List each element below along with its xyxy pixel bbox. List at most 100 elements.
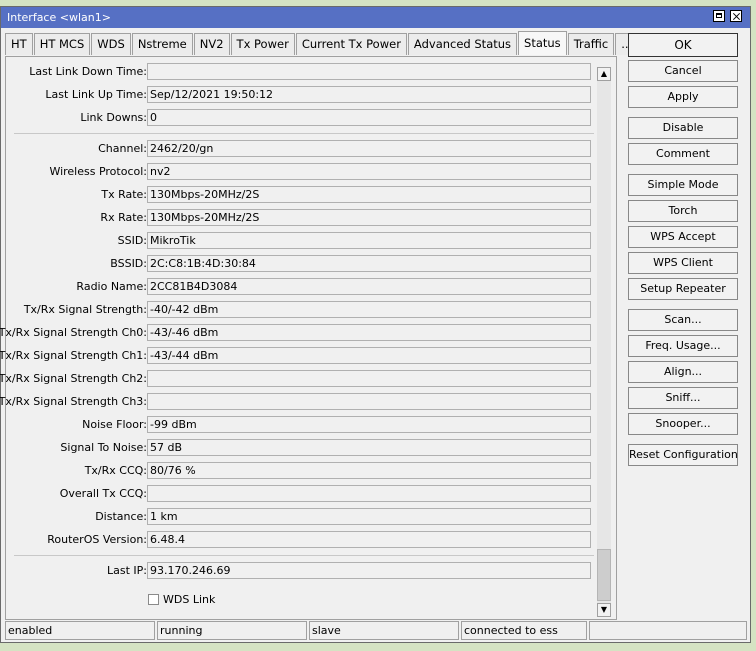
tab-tx-power[interactable]: Tx Power — [230, 33, 295, 55]
field-value: 6.48.4 — [147, 531, 591, 548]
field-row-tx-rate: Tx Rate: 130Mbps-20MHz/2S — [6, 185, 596, 205]
field-label: Distance: — [95, 510, 147, 523]
field-label: Tx/Rx Signal Strength Ch3: — [0, 395, 147, 408]
field-row-bssid: BSSID: 2C:C8:1B:4D:30:84 — [6, 254, 596, 274]
field-label: Tx Rate: — [101, 188, 147, 201]
title-bar[interactable]: Interface <wlan1> — [1, 7, 750, 28]
disable-button[interactable]: Disable — [628, 117, 738, 139]
field-label: Last Link Down Time: — [29, 65, 147, 78]
snooper-button[interactable]: Snooper... — [628, 413, 738, 435]
field-value: 80/76 % — [147, 462, 591, 479]
freq-usage-button[interactable]: Freq. Usage... — [628, 335, 738, 357]
status-slave: slave — [309, 621, 459, 640]
field-value — [147, 63, 591, 80]
status-connection: connected to ess — [461, 621, 587, 640]
field-label: Radio Name: — [76, 280, 147, 293]
field-row-last-link-down-time: Last Link Down Time: — [6, 62, 596, 82]
field-value: 130Mbps-20MHz/2S — [147, 186, 591, 203]
field-row-signal-strength: Tx/Rx Signal Strength: -40/-42 dBm — [6, 300, 596, 320]
align-button[interactable]: Align... — [628, 361, 738, 383]
interface-window: Interface <wlan1> HT HT MCS WDS Nstreme … — [0, 6, 751, 643]
field-row-routeros-version: RouterOS Version: 6.48.4 — [6, 530, 596, 550]
field-label: Link Downs: — [80, 111, 147, 124]
separator — [14, 555, 594, 556]
field-label: Last Link Up Time: — [45, 88, 147, 101]
cancel-button[interactable]: Cancel — [628, 60, 738, 82]
field-row-overall-tx-ccq: Overall Tx CCQ: — [6, 484, 596, 504]
field-row-radio-name: Radio Name: 2CC81B4D3084 — [6, 277, 596, 297]
field-row-rx-rate: Rx Rate: 130Mbps-20MHz/2S — [6, 208, 596, 228]
field-value: MikroTik — [147, 232, 591, 249]
wps-accept-button[interactable]: WPS Accept — [628, 226, 738, 248]
ok-button[interactable]: OK — [628, 33, 738, 57]
field-value: Sep/12/2021 19:50:12 — [147, 86, 591, 103]
wds-link-label: WDS Link — [163, 593, 216, 606]
field-label: Tx/Rx Signal Strength Ch2: — [0, 372, 147, 385]
close-button[interactable] — [730, 10, 742, 22]
tab-advanced-status[interactable]: Advanced Status — [407, 33, 518, 55]
tab-traffic[interactable]: Traffic — [567, 33, 615, 55]
field-row-last-link-up-time: Last Link Up Time: Sep/12/2021 19:50:12 — [6, 85, 596, 105]
torch-button[interactable]: Torch — [628, 200, 738, 222]
field-value: 2CC81B4D3084 — [147, 278, 591, 295]
field-label: Wireless Protocol: — [49, 165, 147, 178]
field-row-signal-strength-ch0: Tx/Rx Signal Strength Ch0: -43/-46 dBm — [0, 323, 596, 343]
apply-button[interactable]: Apply — [628, 86, 738, 108]
field-row-channel: Channel: 2462/20/gn — [6, 139, 596, 159]
field-row-wireless-protocol: Wireless Protocol: nv2 — [6, 162, 596, 182]
simple-mode-button[interactable]: Simple Mode — [628, 174, 738, 196]
field-label: Last IP: — [107, 564, 147, 577]
field-label: Tx/Rx Signal Strength Ch1: — [0, 349, 147, 362]
tab-nv2[interactable]: NV2 — [193, 33, 230, 55]
field-value: 130Mbps-20MHz/2S — [147, 209, 591, 226]
field-label: RouterOS Version: — [47, 533, 147, 546]
field-row-signal-to-noise: Signal To Noise: 57 dB — [6, 438, 596, 458]
scan-button[interactable]: Scan... — [628, 309, 738, 331]
sniff-button[interactable]: Sniff... — [628, 387, 738, 409]
wds-link-checkbox[interactable] — [148, 594, 159, 605]
status-extra — [589, 621, 747, 640]
setup-repeater-button[interactable]: Setup Repeater — [628, 278, 738, 300]
status-enabled: enabled — [5, 621, 155, 640]
tab-status[interactable]: Status — [518, 31, 567, 55]
field-value: 93.170.246.69 — [147, 562, 591, 579]
separator — [14, 133, 594, 134]
tab-current-tx-power[interactable]: Current Tx Power — [295, 33, 407, 55]
field-value: -40/-42 dBm — [147, 301, 591, 318]
field-label: Overall Tx CCQ: — [59, 487, 147, 500]
field-value: 1 km — [147, 508, 591, 525]
status-panel: Last Link Down Time: Last Link Up Time: … — [0, 56, 617, 620]
scrollbar-thumb[interactable] — [597, 549, 611, 601]
tab-wds[interactable]: WDS — [91, 33, 131, 55]
status-running: running — [157, 621, 307, 640]
comment-button[interactable]: Comment — [628, 143, 738, 165]
tab-nstreme[interactable]: Nstreme — [131, 33, 193, 55]
field-label: Channel: — [98, 142, 147, 155]
maximize-button[interactable] — [713, 10, 725, 22]
field-value: 57 dB — [147, 439, 591, 456]
scroll-down-icon[interactable]: ▼ — [597, 603, 611, 617]
field-value: 2462/20/gn — [147, 140, 591, 157]
field-value — [147, 485, 591, 502]
vertical-scrollbar[interactable]: ▲ ▼ — [597, 67, 611, 617]
tab-ht-mcs[interactable]: HT MCS — [33, 33, 91, 55]
tab-bar: HT HT MCS WDS Nstreme NV2 Tx Power Curre… — [5, 31, 639, 56]
field-value — [147, 393, 591, 410]
field-label: BSSID: — [110, 257, 147, 270]
field-label: Signal To Noise: — [60, 441, 147, 454]
field-row-signal-strength-ch2: Tx/Rx Signal Strength Ch2: — [0, 369, 596, 389]
wps-client-button[interactable]: WPS Client — [628, 252, 738, 274]
reset-configuration-button[interactable]: Reset Configuration — [628, 444, 738, 466]
tab-ht[interactable]: HT — [5, 33, 33, 55]
field-row-distance: Distance: 1 km — [6, 507, 596, 527]
field-row-tx-rx-ccq: Tx/Rx CCQ: 80/76 % — [6, 461, 596, 481]
scroll-up-icon[interactable]: ▲ — [597, 67, 611, 81]
field-value: 2C:C8:1B:4D:30:84 — [147, 255, 591, 272]
field-value: -43/-44 dBm — [147, 347, 591, 364]
field-label: Noise Floor: — [82, 418, 147, 431]
field-label: Tx/Rx Signal Strength Ch0: — [0, 326, 147, 339]
field-row-link-downs: Link Downs: 0 — [6, 108, 596, 128]
field-label: Rx Rate: — [100, 211, 147, 224]
field-row-signal-strength-ch1: Tx/Rx Signal Strength Ch1: -43/-44 dBm — [0, 346, 596, 366]
window-title: Interface <wlan1> — [7, 11, 111, 24]
